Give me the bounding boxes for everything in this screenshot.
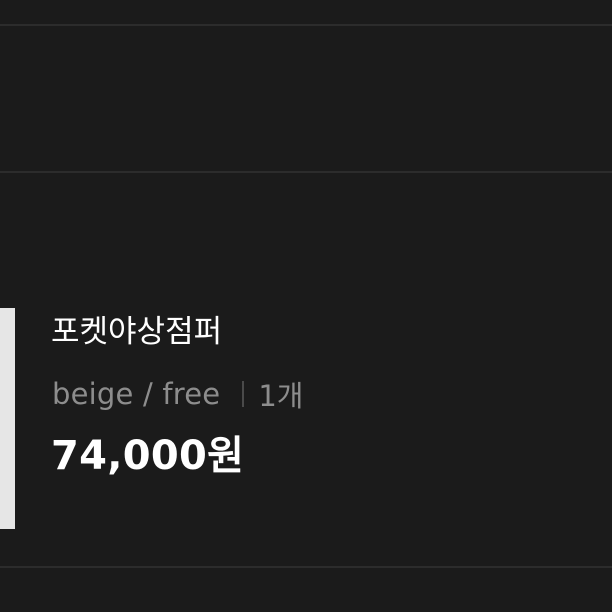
product-quantity: 1개 bbox=[258, 379, 304, 413]
bottom-divider bbox=[0, 566, 612, 568]
order-item[interactable]: 포켓야상점퍼 beige / free 1개 74,000원 bbox=[0, 308, 612, 530]
order-screen: 포켓야상점퍼 beige / free 1개 74,000원 bbox=[0, 0, 612, 612]
section-divider bbox=[0, 171, 612, 173]
product-name[interactable]: 포켓야상점퍼 bbox=[51, 312, 222, 352]
product-option: beige / free bbox=[52, 377, 221, 411]
option-separator bbox=[242, 381, 245, 407]
product-price: 74,000원 bbox=[51, 433, 245, 479]
product-option-line: beige / free 1개 bbox=[52, 374, 303, 414]
top-divider bbox=[0, 24, 612, 26]
product-thumbnail[interactable] bbox=[0, 308, 15, 529]
